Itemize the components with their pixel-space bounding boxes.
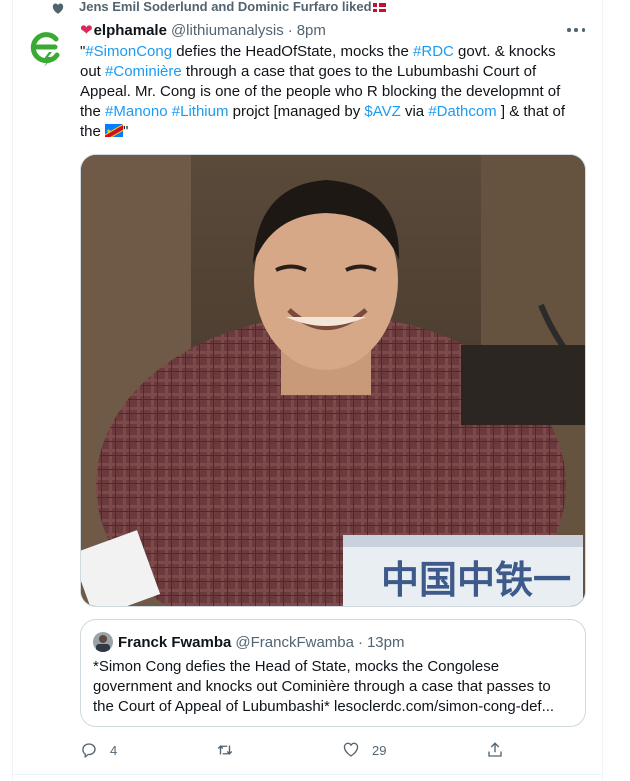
quote-text-line: *Simon Cong defies the Head of State, mo… (93, 658, 500, 675)
tweet-text-segment: the (80, 123, 106, 140)
reply-count: 4 (110, 742, 118, 758)
tweet-divider (12, 774, 603, 775)
drc-flag-icon (105, 124, 124, 137)
hashtag-link[interactable]: #Dathcom (428, 103, 496, 120)
quote-author-handle: @FranckFwamba (235, 633, 354, 651)
tweet-text-line: the #Manono #Lithium projct [managed by … (80, 102, 590, 122)
retweet-button[interactable] (216, 740, 246, 760)
tweet-text: " #SimonCong defies the HeadOfState, mock… (80, 42, 590, 142)
more-options-icon[interactable] (566, 22, 586, 38)
tweet-actions: 4 29 (80, 740, 586, 760)
tweet-text-segment: via (400, 103, 429, 120)
timeline-left-border (12, 0, 13, 781)
retweet-icon (217, 745, 233, 755)
reply-icon (82, 743, 96, 759)
quote-text-line: government and knocks out Cominière thro… (93, 678, 551, 695)
social-context[interactable]: Jens Emil Soderlund and Dominic Furfaro … (79, 0, 386, 14)
tweet-text-segment: govt. & knocks (453, 43, 556, 60)
denmark-flag-icon (372, 3, 386, 12)
quote-separator-dot: · (357, 633, 363, 651)
tweet-text-line: Appeal. Mr. Cong is one of the people wh… (80, 82, 590, 102)
tweet-header: ❤ elphamale @lithiumanalysis · 8pm (80, 20, 326, 40)
tweet-text-line: the " (80, 122, 590, 142)
tweet-text-segment: projct [managed by (228, 103, 365, 120)
heart-icon (52, 3, 64, 14)
quote-text: *Simon Cong defies the Head of State, mo… (93, 657, 575, 717)
quoted-tweet[interactable]: Franck Fwamba @FranckFwamba · 13pm *Simo… (80, 619, 586, 727)
like-button[interactable]: 29 (342, 740, 386, 760)
author-handle[interactable]: @lithiumanalysis (171, 22, 284, 39)
red-heart-icon: ❤ (80, 22, 93, 39)
hashtag-link[interactable]: #RDC (413, 43, 454, 60)
tweet-photo[interactable]: 中国中铁一 (80, 154, 586, 607)
tweet-text-segment: out (80, 63, 106, 80)
social-context-text: Jens Emil Soderlund and Dominic Furfaro … (79, 0, 372, 14)
tweet-text-segment: Appeal. Mr. Cong is one of the people wh… (80, 83, 561, 100)
avatar[interactable] (26, 27, 66, 67)
timeline-right-border (602, 0, 603, 781)
like-count: 29 (372, 742, 387, 758)
quote-time: 13pm (366, 633, 405, 651)
photo-sign-text: 中国中铁一 (381, 558, 571, 602)
quote-avatar[interactable] (93, 632, 113, 652)
quote-header: Franck Fwamba @FranckFwamba · 13pm (118, 632, 405, 652)
tweet-time[interactable]: 8pm (297, 22, 326, 39)
tweet-text-segment: through a case that goes to the Lubumbas… (181, 63, 537, 80)
tweet-text-segment: " (123, 123, 129, 140)
tweet-text-segment: ] & that of (496, 103, 566, 120)
reply-button[interactable]: 4 (80, 740, 117, 760)
photo-image: 中国中铁一 (81, 155, 585, 606)
hashtag-link[interactable]: #Cominière (105, 63, 182, 80)
hashtag-link[interactable]: #Lithium (172, 103, 229, 120)
hashtag-link[interactable]: $AVZ (364, 103, 400, 120)
tweet-text-segment: defies the HeadOfState, mocks the (172, 43, 414, 60)
like-icon (343, 742, 359, 757)
quote-author-name: Franck Fwamba (118, 633, 232, 651)
share-button[interactable] (486, 740, 504, 760)
hashtag-link[interactable]: #Manono (105, 103, 168, 120)
tweet-text-segment: the (80, 103, 106, 120)
tweet-text-line: "#SimonCong defies the HeadOfState, mock… (80, 42, 590, 62)
share-icon (488, 742, 502, 757)
separator-dot: · (287, 21, 293, 39)
author-name[interactable]: elphamale (94, 22, 167, 39)
tweet-text-line: out #Cominière through a case that goes … (80, 62, 590, 82)
hashtag-link[interactable]: #SimonCong (85, 43, 172, 60)
quote-text-line: the Court of Appeal of Lubumbashi* lesoc… (93, 698, 555, 715)
